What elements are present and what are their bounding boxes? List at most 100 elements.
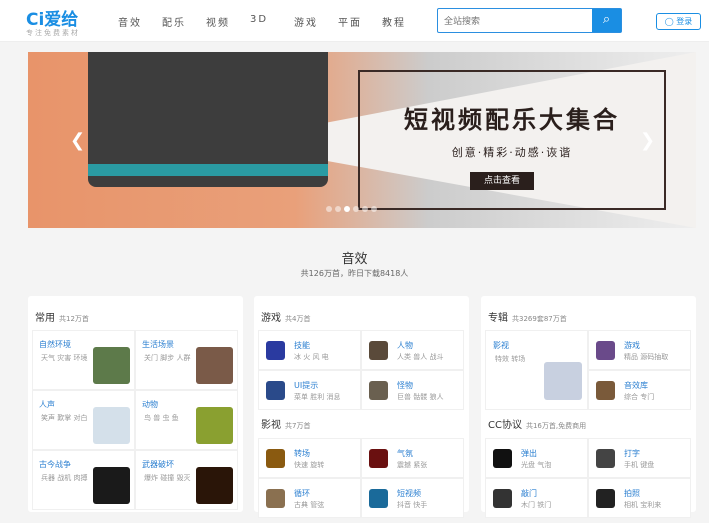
category-item[interactable]: 弹出 光盘 气泡 bbox=[485, 438, 588, 478]
banner-title: 短视频配乐大集合 bbox=[404, 106, 620, 134]
category-item-tags: 鸟 兽 虫 鱼 bbox=[144, 414, 179, 422]
album-item-title[interactable]: 游戏 bbox=[624, 340, 640, 351]
carousel-dot[interactable] bbox=[371, 206, 377, 212]
category-thumbnail bbox=[493, 489, 512, 508]
search-box: ⌕ bbox=[437, 8, 622, 34]
section-title: 音效 bbox=[341, 252, 368, 267]
category-item-title[interactable]: 短视频 bbox=[397, 488, 421, 499]
category-item-tags: 爆炸 碰撞 毁灭 bbox=[144, 474, 191, 482]
category-thumbnail bbox=[369, 489, 388, 508]
search-input[interactable] bbox=[438, 10, 588, 34]
album-thumbnail bbox=[596, 341, 615, 360]
card-heading-title: 专辑 bbox=[488, 313, 508, 324]
category-item-tags: 巨兽 骷髅 狼人 bbox=[397, 393, 444, 401]
nav-music[interactable]: 配乐 bbox=[162, 14, 206, 29]
category-thumbnail bbox=[196, 467, 233, 504]
nav-games[interactable]: 游戏 bbox=[294, 14, 338, 29]
category-item[interactable]: 人物 人类 兽人 战斗 bbox=[361, 330, 464, 370]
banner-subtitle: 创意·精彩·动感·诙谐 bbox=[451, 146, 573, 159]
category-thumbnail bbox=[596, 489, 615, 508]
category-item-title[interactable]: 技能 bbox=[294, 340, 310, 351]
card-heading-count: 共12万首 bbox=[59, 315, 89, 323]
category-item[interactable]: 古今战争兵器 战机 肉搏 bbox=[32, 450, 135, 510]
category-card-common: 常用 共12万首 自然环境 天气 灾害 环境 生活场景 关门 脚步 人群 人声 笑声 歎掌 对… bbox=[28, 296, 243, 512]
login-button[interactable]: ◯ 登录 bbox=[656, 13, 701, 30]
category-item-title[interactable]: 敲门 bbox=[521, 488, 537, 499]
nav-video[interactable]: 视频 bbox=[206, 14, 250, 29]
category-item-tags: 震撼 紧张 bbox=[397, 461, 428, 469]
category-item-title[interactable]: 自然环境 bbox=[39, 339, 71, 350]
card-heading-count: 共3269套87万首 bbox=[512, 315, 567, 323]
category-thumbnail bbox=[493, 449, 512, 468]
album-item-title[interactable]: 影视 bbox=[493, 340, 509, 351]
category-item[interactable]: 打字 手机 键盘 bbox=[588, 438, 691, 478]
category-item[interactable]: 生活场景 关门 脚步 人群 bbox=[135, 330, 238, 390]
category-item-title[interactable]: 生活场景 bbox=[142, 339, 174, 350]
slogan: 专注免费素材 bbox=[26, 29, 80, 37]
category-item-tags: 菜单 胜利 消息 bbox=[294, 393, 341, 401]
category-item[interactable]: 技能冰 火 风 电 bbox=[258, 330, 361, 370]
album-thumbnail bbox=[596, 381, 615, 400]
category-item[interactable]: 动物鸟 兽 虫 鱼 bbox=[135, 390, 238, 450]
category-item-title[interactable]: 古今战争 bbox=[39, 459, 71, 470]
projector-illustration bbox=[88, 52, 328, 187]
category-item-title[interactable]: 气氛 bbox=[397, 448, 413, 459]
category-item[interactable]: 拍照 相机 宝利来 bbox=[588, 478, 691, 518]
category-item-title[interactable]: 打字 bbox=[624, 448, 640, 459]
album-item[interactable]: 游戏 精品 源码抽取 bbox=[588, 330, 691, 370]
category-item-title[interactable]: 人声 bbox=[39, 399, 55, 410]
card-heading-title: 影视 bbox=[261, 420, 281, 431]
category-item[interactable]: 人声 笑声 歎掌 对白 bbox=[32, 390, 135, 450]
category-thumbnail bbox=[266, 341, 285, 360]
category-item-tags: 手机 键盘 bbox=[624, 461, 655, 469]
category-item-tags: 兵器 战机 肉搏 bbox=[41, 474, 88, 482]
category-item-tags: 古典 管弦 bbox=[294, 501, 325, 509]
card-heading-count: 共7万首 bbox=[285, 422, 311, 430]
nav-sound-effects[interactable]: 音效 bbox=[118, 14, 162, 29]
category-item[interactable]: 短视频 抖音 快手 bbox=[361, 478, 464, 518]
category-item-title[interactable]: 弹出 bbox=[521, 448, 537, 459]
nav-graphics[interactable]: 平面 bbox=[338, 14, 382, 29]
category-item-title[interactable]: 转场 bbox=[294, 448, 310, 459]
card-heading-title: 游戏 bbox=[261, 313, 281, 324]
category-thumbnail bbox=[266, 449, 285, 468]
category-item-title[interactable]: 人物 bbox=[397, 340, 413, 351]
category-thumbnail bbox=[93, 407, 130, 444]
chevron-right-icon[interactable]: ❯ bbox=[640, 130, 655, 151]
search-button[interactable]: ⌕ bbox=[592, 9, 621, 32]
banner-carousel[interactable]: 短视频配乐大集合 创意·精彩·动感·诙谐 点击查看 ❮ ❯ bbox=[28, 52, 696, 228]
carousel-dot[interactable] bbox=[353, 206, 359, 212]
banner-view-button[interactable]: 点击查看 bbox=[470, 172, 534, 190]
nav-tutorials[interactable]: 教程 bbox=[382, 14, 426, 29]
chevron-left-icon[interactable]: ❮ bbox=[70, 130, 85, 151]
category-item-title[interactable]: 武器破坏 bbox=[142, 459, 174, 470]
nav-3d[interactable]: 3D bbox=[250, 14, 294, 29]
category-item[interactable]: 武器破坏爆炸 碰撞 毁灭 bbox=[135, 450, 238, 510]
album-item-tags: 综合 专门 bbox=[624, 393, 655, 401]
album-item[interactable]: 影视 特效 转场 bbox=[485, 330, 588, 410]
category-item-tags: 冰 火 风 电 bbox=[294, 353, 329, 361]
category-item[interactable]: 自然环境 天气 灾害 环境 bbox=[32, 330, 135, 390]
category-item[interactable]: 循环 古典 管弦 bbox=[258, 478, 361, 518]
category-item[interactable]: UI提示菜单 胜利 消息 bbox=[258, 370, 361, 410]
category-thumbnail bbox=[93, 347, 130, 384]
category-item[interactable]: 转场 快速 旋转 bbox=[258, 438, 361, 478]
category-item-title[interactable]: 动物 bbox=[142, 399, 158, 410]
category-item[interactable]: 怪物巨兽 骷髅 狼人 bbox=[361, 370, 464, 410]
category-item-title[interactable]: 循环 bbox=[294, 488, 310, 499]
logo[interactable]: Ci爱给 bbox=[26, 5, 78, 30]
album-item-title[interactable]: 音效库 bbox=[624, 380, 648, 391]
category-item-title[interactable]: 怪物 bbox=[397, 380, 413, 391]
card-heading-title: CC协议 bbox=[488, 420, 522, 431]
carousel-dot[interactable] bbox=[344, 206, 350, 212]
carousel-dot[interactable] bbox=[335, 206, 341, 212]
category-item[interactable]: 敲门 木门 铁门 bbox=[485, 478, 588, 518]
carousel-dot[interactable] bbox=[362, 206, 368, 212]
carousel-dot[interactable] bbox=[326, 206, 332, 212]
search-icon: ⌕ bbox=[602, 12, 611, 27]
category-item-title[interactable]: UI提示 bbox=[294, 380, 318, 391]
album-item[interactable]: 音效库 综合 专门 bbox=[588, 370, 691, 410]
category-item[interactable]: 气氛 震撼 紧张 bbox=[361, 438, 464, 478]
login-label: 登录 bbox=[676, 17, 693, 26]
category-item-title[interactable]: 拍照 bbox=[624, 488, 640, 499]
